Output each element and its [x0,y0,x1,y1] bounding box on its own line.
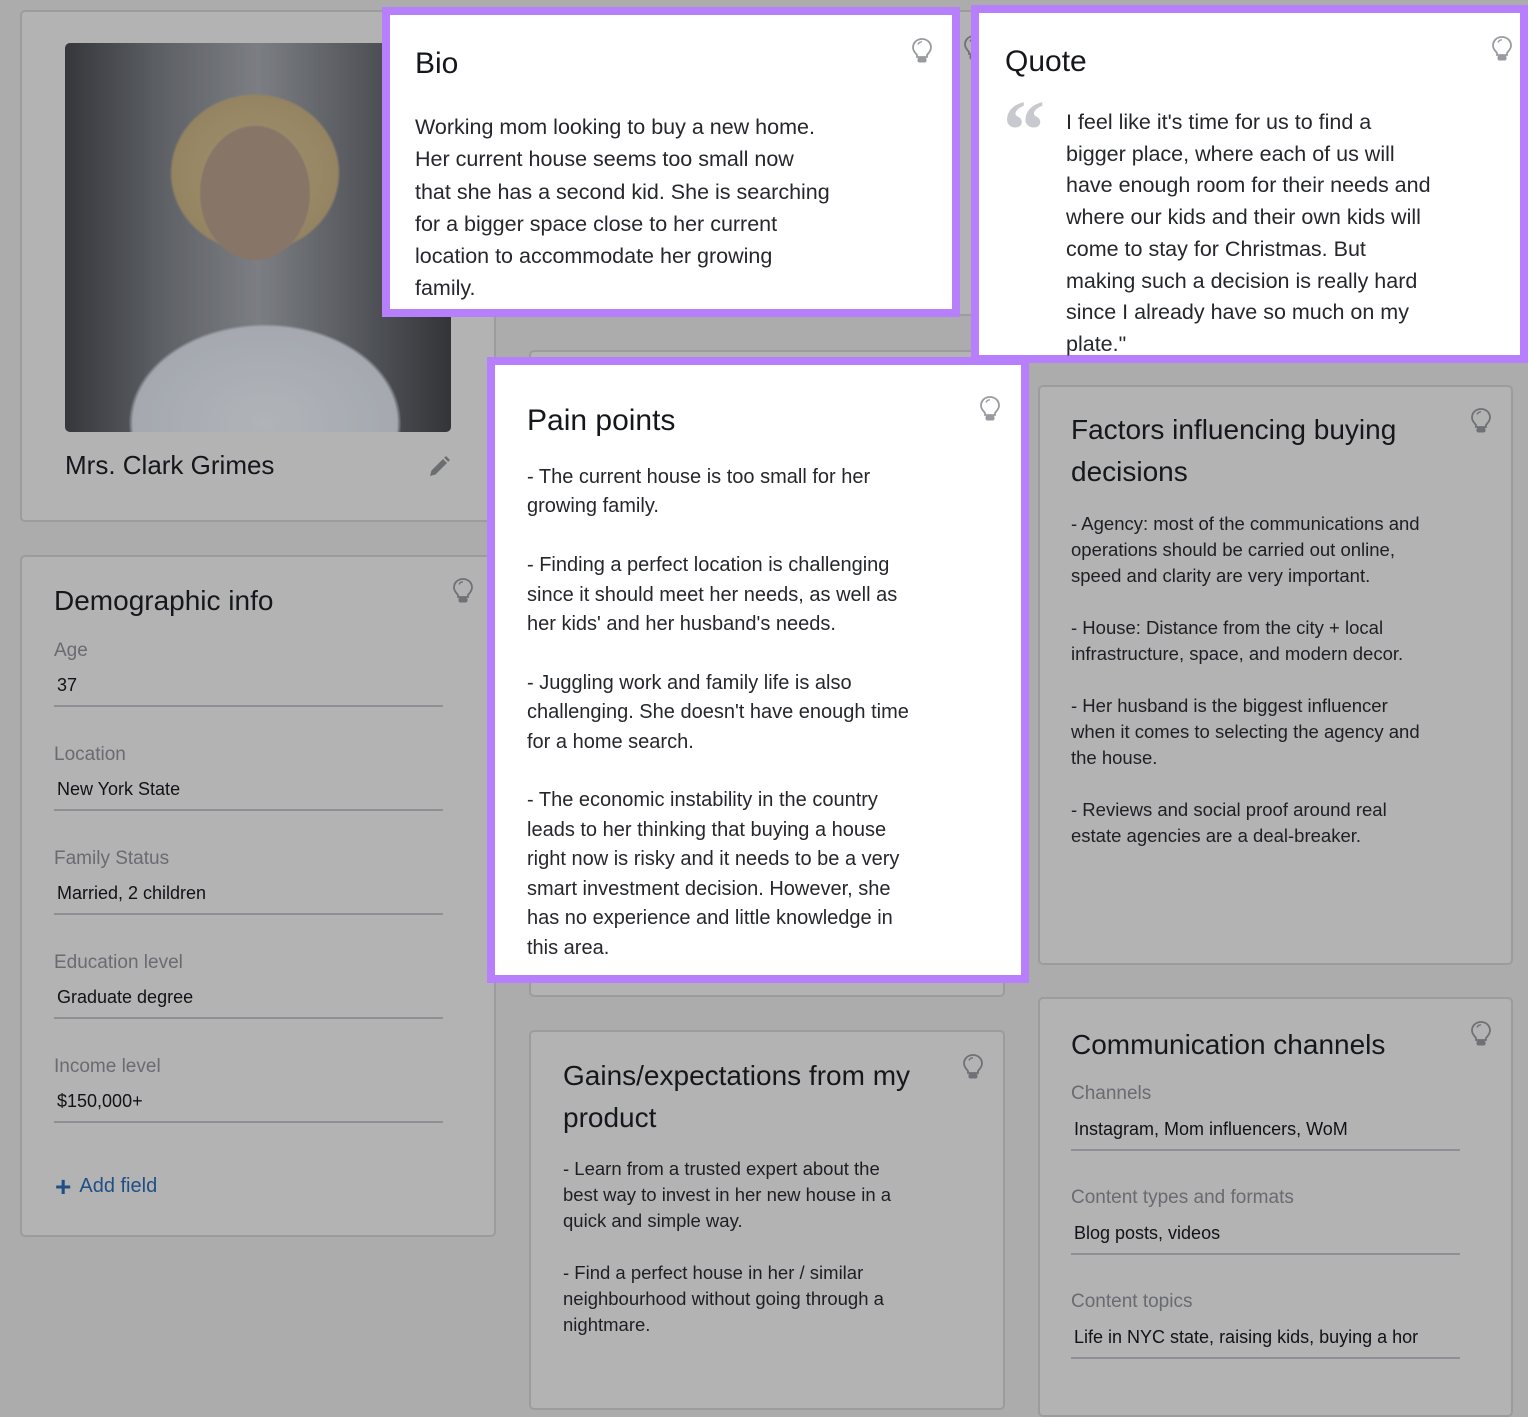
gains-title: Gains/expectations from my product [563,1060,911,1133]
quote-title: Quote [1005,45,1087,78]
field-label-family-status: Family Status [54,848,170,869]
factors-title: Factors influencing buying decisions [1071,414,1397,487]
field-input-age[interactable]: 37 [54,667,443,707]
pain-points-card: Pain points - The current house is too s… [487,357,1029,983]
field-input-education[interactable]: Graduate degree [54,979,443,1019]
quote-card: Quote “ I feel like it's time for us to … [971,5,1528,363]
factors-text[interactable]: - Agency: most of the communications and… [1071,511,1491,849]
communication-title: Communication channels [1071,1029,1386,1060]
field-input-income[interactable]: $150,000+ [54,1083,443,1123]
bio-text[interactable]: Working mom looking to buy a new home. H… [415,111,935,305]
field-label-content-topics: Content topics [1071,1291,1193,1312]
lightbulb-icon[interactable] [979,395,1001,423]
field-label-age: Age [54,640,88,661]
lightbulb-icon[interactable] [1470,1020,1492,1048]
lightbulb-icon[interactable] [1491,35,1513,63]
pain-points-text[interactable]: - The current house is too small for her… [527,463,1007,963]
lightbulb-icon[interactable] [911,37,933,65]
pencil-icon [430,456,450,476]
field-input-family-status[interactable]: Married, 2 children [54,875,443,915]
demographic-card: Demographic info Age 37 Location New Yor… [20,555,496,1237]
add-field-button[interactable]: + Add field [55,1170,158,1202]
quote-text[interactable]: I feel like it's time for us to find a b… [1066,107,1506,361]
communication-card: Communication channels Channels Instagra… [1038,997,1513,1417]
field-label-content-types: Content types and formats [1071,1187,1294,1208]
persona-name[interactable]: Mrs. Clark Grimes [65,450,274,481]
demographic-title: Demographic info [54,585,274,616]
field-label-location: Location [54,744,126,765]
bio-title: Bio [415,47,459,80]
pain-points-title: Pain points [527,404,676,437]
field-input-channels[interactable]: Instagram, Mom influencers, WoM [1071,1111,1460,1151]
field-label-education: Education level [54,952,183,973]
gains-text[interactable]: - Learn from a trusted expert about the … [563,1156,983,1338]
field-label-channels: Channels [1071,1083,1152,1104]
quote-mark-icon: “ [1003,84,1045,177]
bio-card: Bio Working mom looking to buy a new hom… [382,7,960,317]
field-input-location[interactable]: New York State [54,771,443,811]
factors-card: Factors influencing buying decisions - A… [1038,385,1513,965]
add-field-label: Add field [79,1175,158,1197]
lightbulb-icon[interactable] [1470,407,1492,435]
lightbulb-icon[interactable] [452,577,474,605]
field-label-income: Income level [54,1056,161,1077]
plus-icon: + [55,1170,72,1202]
field-input-content-types[interactable]: Blog posts, videos [1071,1215,1460,1255]
lightbulb-icon[interactable] [962,1053,984,1081]
edit-name-button[interactable] [426,454,452,480]
gains-card: Gains/expectations from my product - Lea… [529,1030,1005,1410]
field-input-content-topics[interactable]: Life in NYC state, raising kids, buying … [1071,1319,1460,1359]
